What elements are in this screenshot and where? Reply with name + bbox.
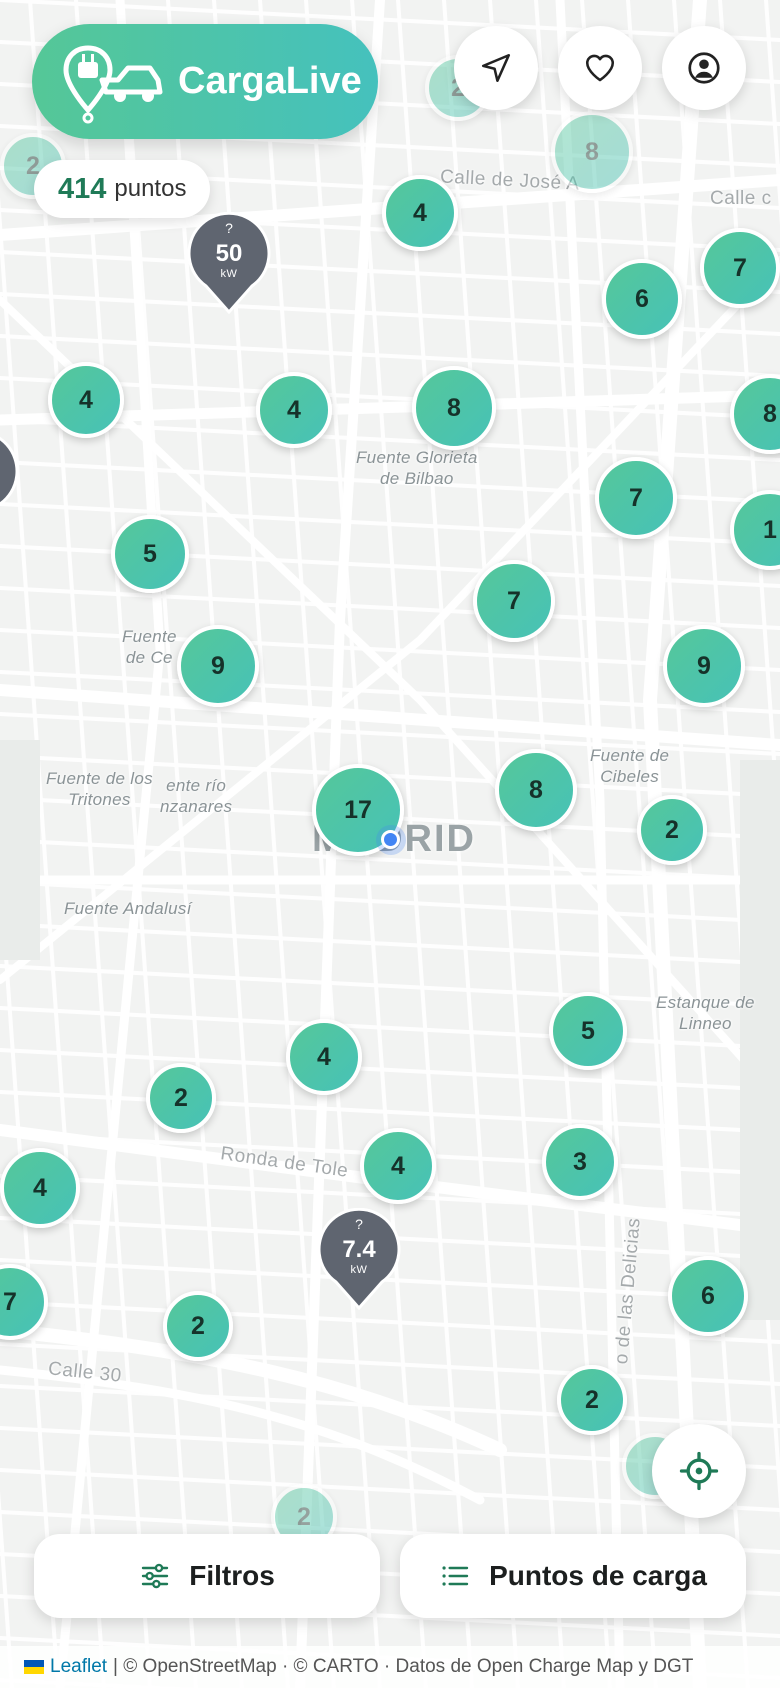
- charging-points-label: Puntos de carga: [489, 1560, 707, 1591]
- charger-cluster[interactable]: 8: [412, 366, 496, 450]
- charger-cluster[interactable]: 4: [48, 362, 124, 438]
- points-count-number: 414: [58, 172, 107, 205]
- charger-cluster[interactable]: 2: [637, 795, 707, 865]
- charger-cluster[interactable]: 5: [549, 992, 627, 1070]
- crosshair-icon: [679, 1451, 719, 1491]
- filters-label: Filtros: [189, 1560, 275, 1591]
- filters-button[interactable]: Filtros: [34, 1534, 380, 1618]
- charger-cluster[interactable]: 9: [663, 625, 745, 707]
- pin-power-value: 50: [215, 240, 243, 267]
- place-label: Fuente de Cibeles: [590, 746, 670, 786]
- brand-logo-pill[interactable]: CargaLive: [32, 24, 378, 139]
- map-pin-shape: [0, 436, 19, 507]
- charger-cluster[interactable]: 4: [286, 1019, 362, 1095]
- locate-me-button[interactable]: [652, 1424, 746, 1518]
- place-label: Fuente de los Tritones: [46, 769, 153, 809]
- profile-button[interactable]: [662, 26, 746, 110]
- pin-power-unit: kW: [350, 1264, 368, 1276]
- attribution-text: | © OpenStreetMap · © CARTO · Datos de O…: [113, 1656, 694, 1677]
- user-circle-icon: [688, 52, 720, 84]
- charger-power-pin-offscreen[interactable]: [0, 430, 20, 532]
- list-icon: [442, 1566, 469, 1586]
- charger-cluster[interactable]: 7: [595, 457, 677, 539]
- charger-cluster[interactable]: 6: [668, 1256, 748, 1336]
- charger-cluster[interactable]: 6: [602, 259, 682, 339]
- place-label: Estanque de Linneo: [656, 993, 755, 1033]
- charger-power-pin[interactable]: ? 50 kW: [186, 212, 272, 314]
- charger-cluster[interactable]: 3: [542, 1124, 618, 1200]
- charger-power-pin[interactable]: ? 7.4 kW: [316, 1208, 402, 1310]
- leaflet-link[interactable]: Leaflet: [50, 1656, 107, 1678]
- points-count-badge: 414 puntos: [34, 160, 211, 218]
- question-circle-icon: ?: [225, 220, 233, 236]
- points-count-label: puntos: [114, 175, 187, 202]
- place-label: Fuente Glorieta de Bilbao: [356, 448, 478, 488]
- navigation-arrow-icon: [481, 53, 511, 83]
- user-location-dot: [376, 825, 406, 855]
- charger-cluster[interactable]: 4: [360, 1128, 436, 1204]
- place-label: Fuente de Ce: [122, 627, 177, 667]
- app-name: CargaLive: [178, 60, 362, 102]
- charger-cluster[interactable]: 7: [700, 228, 780, 308]
- navigate-button[interactable]: [454, 26, 538, 110]
- charger-cluster[interactable]: 8: [551, 111, 633, 193]
- charger-cluster[interactable]: 9: [177, 625, 259, 707]
- map-view[interactable]: Fuente Glorieta de Bilbao Fuente de Cibe…: [0, 0, 780, 1688]
- charger-cluster[interactable]: 2: [163, 1291, 233, 1361]
- place-label: ente río nzanares: [160, 776, 233, 816]
- heart-icon: [585, 54, 615, 82]
- pin-power-value: 7.4: [342, 1236, 376, 1263]
- charger-cluster[interactable]: 2: [146, 1063, 216, 1133]
- pin-power-unit: kW: [220, 268, 238, 280]
- charger-cluster[interactable]: 4: [256, 372, 332, 448]
- question-circle-icon: ?: [355, 1216, 363, 1232]
- place-label: Fuente Andalusí: [64, 899, 192, 918]
- map-attribution: Leaflet | © OpenStreetMap · © CARTO · Da…: [0, 1646, 780, 1688]
- favorites-button[interactable]: [558, 26, 642, 110]
- charger-cluster[interactable]: 5: [111, 515, 189, 593]
- charger-cluster[interactable]: 7: [473, 560, 555, 642]
- charger-cluster[interactable]: 2: [557, 1365, 627, 1435]
- charging-points-button[interactable]: Puntos de carga: [400, 1534, 746, 1618]
- street-label: Calle c: [710, 188, 772, 209]
- ev-plug-logo-icon: [63, 44, 163, 123]
- ukraine-flag-icon: [24, 1660, 44, 1674]
- charger-cluster[interactable]: 4: [382, 175, 458, 251]
- charger-cluster[interactable]: 8: [495, 749, 577, 831]
- charger-cluster[interactable]: 4: [0, 1148, 80, 1228]
- sliders-icon: [142, 1563, 169, 1589]
